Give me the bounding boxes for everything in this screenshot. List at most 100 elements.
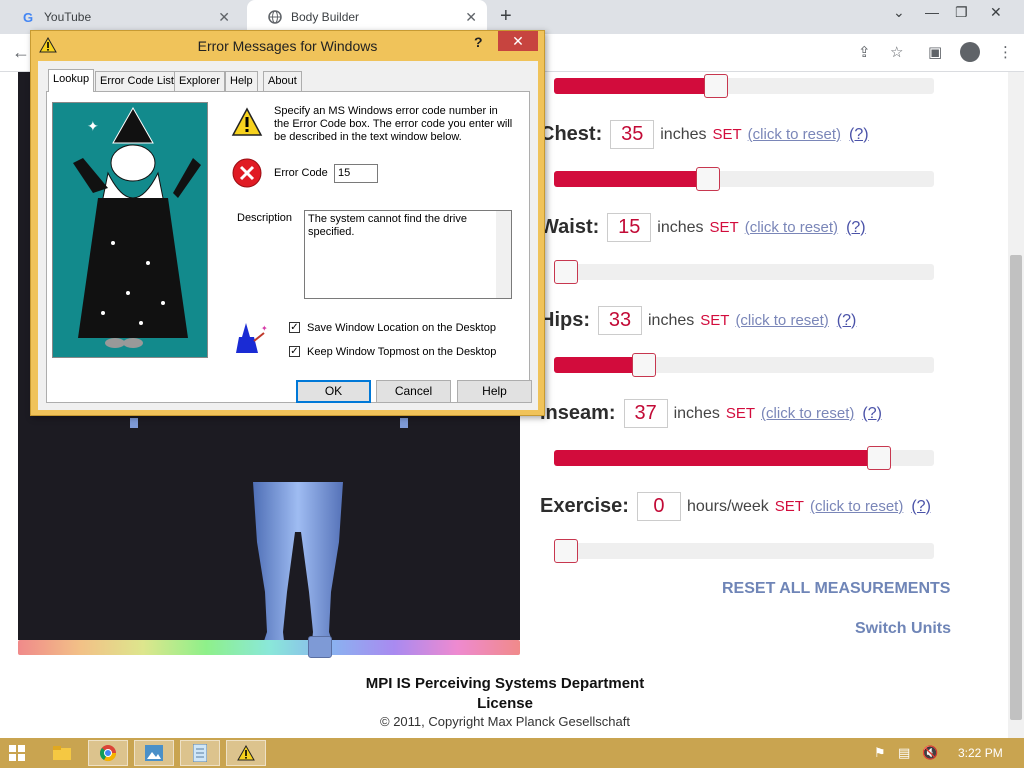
reset-all-button[interactable]: RESET ALL MEASUREMENTS [722,580,950,598]
hips-reset-link[interactable]: (click to reset) [735,312,828,329]
waist-value-input[interactable]: 15 [607,213,652,242]
new-tab-button[interactable]: + [500,5,512,28]
volume-muted-icon[interactable]: 🔇 [922,745,938,761]
waist-slider[interactable] [554,260,934,284]
keep-topmost-checkbox[interactable]: ✓ [289,346,300,357]
hips-unit: inches [648,311,695,329]
footer-department-link[interactable]: MPI IS Perceiving Systems Department [340,674,670,694]
small-wizard-icon: ✦ [236,323,268,353]
chrome-icon[interactable] [88,740,128,766]
slider-thumb[interactable] [867,446,891,470]
inseam-slider[interactable] [554,446,934,470]
description-textarea[interactable]: The system cannot find the drive specifi… [304,210,512,299]
slider-thumb[interactable] [696,167,720,191]
exercise-slider[interactable] [554,539,934,563]
start-windows-icon[interactable] [2,740,32,766]
slider-fill [554,357,644,373]
exercise-reset-link[interactable]: (click to reset) [810,498,903,515]
waist-set-button[interactable]: SET [710,219,739,236]
inseam-unit: inches [673,404,720,422]
exercise-measure-row: Exercise: 0 hours/week SET (click to res… [540,492,931,521]
dialog-titlebar[interactable]: Error Messages for Windows ? ✕ [31,31,544,61]
hips-help-link[interactable]: (?) [837,312,857,330]
slider-thumb[interactable] [554,539,578,563]
help-button[interactable]: Help [457,380,532,403]
share-icon[interactable]: ⇪ [858,43,871,61]
divider [228,311,515,312]
waist-help-link[interactable]: (?) [846,219,866,237]
notepad-icon[interactable] [180,740,220,766]
exercise-unit: hours/week [686,497,769,515]
inseam-reset-link[interactable]: (click to reset) [761,405,854,422]
side-panel-icon[interactable]: ▣ [928,43,942,61]
inseam-set-button[interactable]: SET [726,405,755,422]
slider-thumb[interactable] [632,353,656,377]
minimize-icon[interactable]: — [925,4,939,20]
error-code-input[interactable]: 15 [334,164,378,183]
exercise-label: Exercise: [540,495,629,517]
chest-reset-link[interactable]: (click to reset) [748,126,841,143]
tab-lookup[interactable]: Lookup [48,69,95,92]
waist-reset-link[interactable]: (click to reset) [745,219,838,236]
tab-about[interactable]: About [263,71,302,91]
skin-color-slider-thumb[interactable] [308,636,332,658]
exercise-help-link[interactable]: (?) [911,498,931,516]
top-measure-slider[interactable] [554,74,934,98]
chest-set-button[interactable]: SET [712,126,741,143]
hips-value-input[interactable]: 33 [598,306,642,335]
tab-error-code-list[interactable]: Error Code List [95,71,179,91]
inseam-label: Inseam: [540,402,616,424]
menu-kebab-icon[interactable]: ⋮ [998,43,1013,61]
page-scrollbar-thumb[interactable] [1010,255,1022,720]
exercise-value-input[interactable]: 0 [636,492,681,521]
slider-thumb[interactable] [554,260,578,284]
close-window-icon[interactable]: ✕ [990,4,1002,21]
chest-help-link[interactable]: (?) [849,126,869,144]
footer-license-link[interactable]: License [340,694,670,714]
photos-app-icon[interactable] [134,740,174,766]
skin-color-slider-track[interactable] [18,640,520,655]
slider-thumb[interactable] [704,74,728,98]
tab-help[interactable]: Help [225,71,258,91]
dialog-help-icon[interactable]: ? [474,34,483,50]
cancel-button[interactable]: Cancel [376,380,451,403]
hips-slider[interactable] [554,353,934,377]
warning-app-icon[interactable] [226,740,266,766]
hips-label: Hips: [540,309,590,331]
slider-fill [554,450,879,466]
tab-explorer[interactable]: Explorer [174,71,225,91]
dialog-title: Error Messages for Windows [197,38,378,54]
chest-slider[interactable] [554,167,934,191]
ok-button[interactable]: OK [296,380,371,403]
chest-value-input[interactable]: 35 [610,120,655,149]
error-icon [232,158,262,188]
clock[interactable]: 3:22 PM [958,746,1003,760]
body-hand-left [130,418,138,428]
flag-notification-icon[interactable]: ⚑ [874,745,886,761]
description-scrollbar[interactable] [496,211,511,298]
tab-body-builder[interactable]: Body Builder ✕ [247,0,487,34]
inseam-help-link[interactable]: (?) [862,405,882,423]
hips-set-button[interactable]: SET [700,312,729,329]
tab-youtube[interactable]: G YouTube ✕ [0,0,240,34]
tab-title: Body Builder [291,10,360,24]
close-tab-icon[interactable]: ✕ [218,9,230,26]
network-icon[interactable]: ▤ [898,745,910,761]
close-tab-icon[interactable]: ✕ [465,9,477,26]
file-explorer-icon[interactable] [42,740,82,766]
dialog-close-button[interactable]: ✕ [498,31,538,51]
error-messages-dialog: Error Messages for Windows ? ✕ Lookup Er… [30,30,545,416]
exercise-set-button[interactable]: SET [775,498,804,515]
tab-search-icon[interactable]: ⌄ [893,4,905,21]
switch-units-button[interactable]: Switch Units [855,620,951,638]
bookmark-star-icon[interactable]: ☆ [890,43,903,61]
restore-icon[interactable]: ❐ [955,4,968,21]
waist-label: Waist: [540,216,600,238]
body-hand-right [400,418,408,428]
inseam-value-input[interactable]: 37 [623,399,668,428]
back-icon[interactable]: ← [12,42,30,63]
save-location-checkbox[interactable]: ✓ [289,322,300,333]
profile-avatar-icon[interactable] [960,42,980,62]
instructions-text: Specify an MS Windows error code number … [274,105,513,143]
chest-measure-row: Chest: 35 inches SET (click to reset) (?… [540,120,869,149]
